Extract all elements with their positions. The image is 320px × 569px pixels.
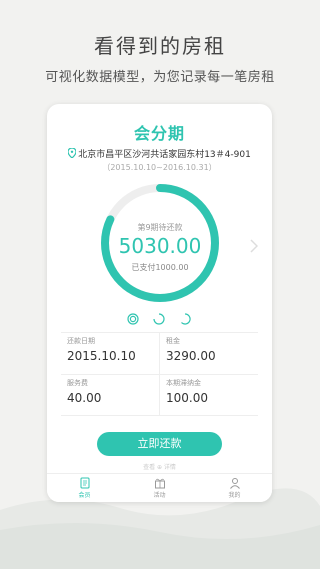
rent-cell: 租金 3290.00 — [160, 332, 258, 374]
gift-icon — [154, 478, 165, 489]
page-dot-active-icon[interactable] — [127, 313, 139, 325]
promo-subtitle: 可视化数据模型，为您记录每一笔房租 — [45, 70, 275, 85]
bottom-tab-bar: 会员 活动 我的 — [47, 473, 272, 502]
phone-frame: 会分期 北京市昌平区沙河共话家园东村13＃4-901 （2015.10.10~2… — [47, 104, 272, 502]
tab-member-label: 会员 — [78, 492, 91, 499]
amount-due: 5030.00 — [118, 234, 202, 258]
service-fee-value: 40.00 — [67, 391, 102, 405]
ring-center: 第9期待还款 5030.00 已支付1000.00 — [99, 182, 221, 304]
app-logo: 会分期 — [133, 124, 185, 143]
due-date-cell: 还款日期 2015.10.10 — [61, 332, 159, 374]
pay-now-button[interactable]: 立即还款 — [97, 432, 222, 456]
chevron-right-icon[interactable] — [250, 239, 258, 253]
tab-member[interactable]: 会员 — [47, 477, 122, 499]
service-fee-label: 服务费 — [67, 379, 88, 387]
service-fee-cell: 服务费 40.00 — [61, 374, 159, 416]
address-text: 北京市昌平区沙河共话家园东村13＃4-901 — [78, 150, 251, 160]
tab-mine-label: 我的 — [228, 492, 241, 499]
rent-label: 租金 — [166, 337, 180, 345]
lease-period: （2015.10.10~2016.10.31） — [102, 163, 217, 172]
page-dot-icon[interactable] — [179, 313, 191, 325]
amount-paid: 已支付1000.00 — [131, 263, 189, 272]
tab-activity[interactable]: 活动 — [122, 477, 197, 499]
page-dot-icon[interactable] — [153, 313, 165, 325]
late-fee-value: 100.00 — [166, 391, 208, 405]
address-row: 北京市昌平区沙河共话家园东村13＃4-901 — [47, 147, 272, 160]
tab-activity-label: 活动 — [153, 492, 166, 499]
tab-mine[interactable]: 我的 — [197, 477, 272, 499]
screen: { "promo": { "title": "看得到的房租", "subtitl… — [0, 0, 320, 569]
due-date-label: 还款日期 — [67, 337, 95, 345]
rent-value: 3290.00 — [166, 349, 216, 363]
doc-icon — [80, 477, 89, 489]
payment-details: 还款日期 2015.10.10 租金 3290.00 服务费 40.00 本期滞… — [61, 332, 258, 416]
details-link[interactable]: 查看 ⊕ 详情 — [47, 462, 272, 471]
promo-title: 看得到的房租 — [94, 34, 226, 58]
user-icon — [229, 478, 240, 489]
installment-label: 第9期待还款 — [137, 223, 183, 232]
due-date-value: 2015.10.10 — [67, 349, 136, 363]
location-pin-icon — [68, 148, 77, 158]
late-fee-cell: 本期滞纳金 100.00 — [160, 374, 258, 416]
late-fee-label: 本期滞纳金 — [166, 379, 201, 387]
page-indicator — [125, 313, 195, 327]
